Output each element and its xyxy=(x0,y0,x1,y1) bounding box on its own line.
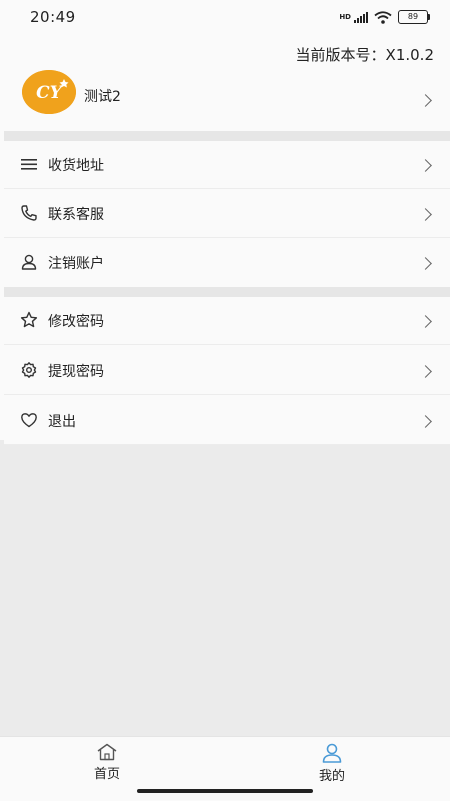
wifi-icon xyxy=(374,10,392,24)
menu-item-logout[interactable]: 退出 xyxy=(4,397,450,445)
tab-home-label: 首页 xyxy=(93,767,120,782)
menu-item-shipping-address[interactable]: 收货地址 xyxy=(4,141,450,189)
signal-icon xyxy=(354,11,368,23)
chevron-right-icon xyxy=(419,315,432,328)
network-type: HD xyxy=(339,12,351,21)
home-indicator[interactable] xyxy=(137,789,313,793)
chevron-right-icon xyxy=(419,159,432,172)
menu-item-label: 退出 xyxy=(48,414,76,430)
avatar-logo-icon: CY xyxy=(22,70,76,114)
menu-item-label: 收货地址 xyxy=(48,158,104,174)
status-time: 20:49 xyxy=(30,8,76,26)
chevron-right-icon xyxy=(419,365,432,378)
phone-icon xyxy=(21,205,37,221)
chevron-right-icon xyxy=(419,415,432,428)
gear-icon xyxy=(21,362,37,378)
menu-item-label: 修改密码 xyxy=(48,314,104,330)
version-label: 当前版本号：X1.0.2 xyxy=(295,46,434,64)
svg-text:CY: CY xyxy=(36,83,64,103)
heart-icon xyxy=(21,413,37,428)
tab-mine-label: 我的 xyxy=(318,769,345,784)
tab-home[interactable]: 首页 xyxy=(77,743,137,787)
menu-item-label: 联系客服 xyxy=(48,207,104,223)
status-icons: HD 89 xyxy=(339,10,430,24)
person-icon xyxy=(322,743,342,763)
tab-mine[interactable]: 我的 xyxy=(302,743,362,787)
avatar: CY xyxy=(22,70,76,114)
menu-item-withdraw-password[interactable]: 提现密码 xyxy=(4,347,450,395)
status-bar: 20:49 HD 89 xyxy=(0,0,450,40)
menu-item-contact-support[interactable]: 联系客服 xyxy=(4,190,450,238)
profile-name: 测试2 xyxy=(84,89,121,105)
chevron-right-icon xyxy=(419,94,432,107)
star-icon xyxy=(20,311,38,328)
menu-item-label: 提现密码 xyxy=(48,364,104,380)
chevron-right-icon xyxy=(419,208,432,221)
chevron-right-icon xyxy=(419,257,432,270)
battery-indicator: 89 xyxy=(398,10,430,24)
menu-item-delete-account[interactable]: 注销账户 xyxy=(4,239,450,287)
home-icon xyxy=(97,743,117,761)
section-divider xyxy=(4,131,450,141)
menu-item-label: 注销账户 xyxy=(48,256,104,272)
menu-lines-icon xyxy=(21,159,37,170)
section-divider xyxy=(4,287,450,297)
menu-item-change-password[interactable]: 修改密码 xyxy=(4,297,450,345)
user-icon xyxy=(21,254,37,270)
